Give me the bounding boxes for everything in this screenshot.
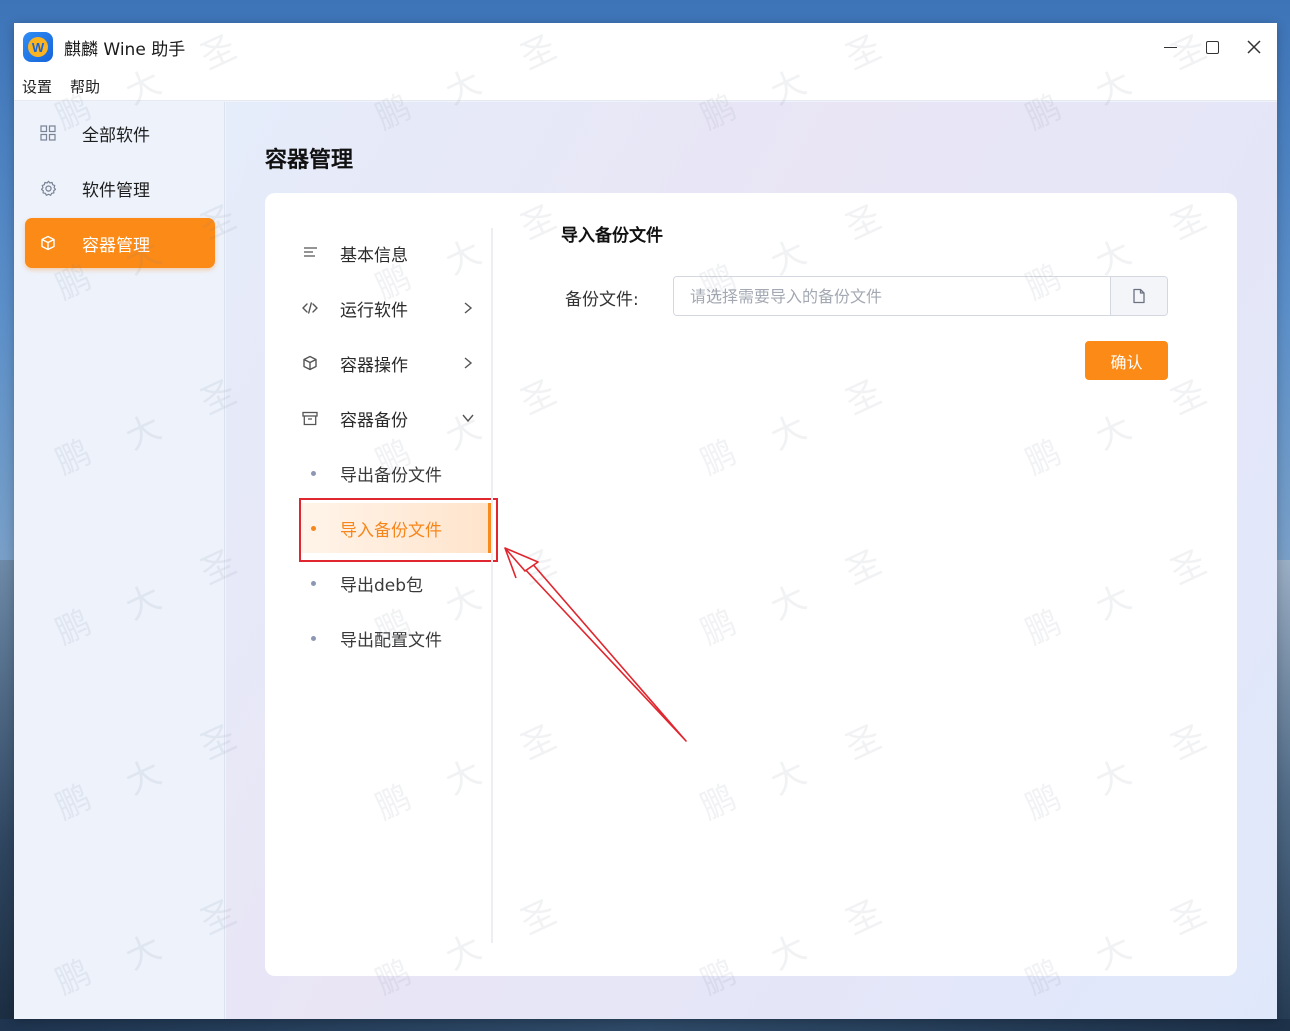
bullet-dot — [311, 525, 316, 531]
bullet-dot — [311, 580, 316, 586]
desktop-right-edge — [1277, 560, 1290, 1031]
sidebar-item-label: 容器管理 — [82, 235, 150, 256]
subnav-child-export-backup[interactable]: 导出备份文件 — [300, 448, 495, 498]
title-bar: W 麒麟 Wine 助手 — [14, 23, 1277, 70]
page-title: 容器管理 — [265, 148, 354, 173]
subnav-child-import-backup[interactable]: 导入备份文件 — [300, 503, 491, 553]
subnav-item-label: 导入备份文件 — [340, 520, 442, 541]
desktop-bottom-edge — [0, 1019, 1290, 1031]
backup-file-field — [673, 276, 1168, 316]
subnav-item-label: 运行软件 — [340, 300, 408, 321]
bullet-dot — [311, 635, 316, 641]
gear-icon — [39, 179, 57, 197]
subnav-item-basic-info[interactable]: 基本信息 — [300, 228, 495, 278]
subnav-child-export-config[interactable]: 导出配置文件 — [300, 613, 495, 663]
chevron-down-icon — [460, 410, 476, 426]
subnav-item-label: 导出deb包 — [340, 575, 424, 596]
file-icon — [1133, 288, 1145, 304]
subnav-item-label: 导出配置文件 — [340, 630, 442, 651]
sub-navigation: 基本信息 运行软件 容器操作 容器备份 导出备份文件 导入备份文件 导出deb包… — [265, 193, 498, 976]
grid-icon — [39, 124, 57, 142]
minimize-button[interactable] — [1156, 33, 1184, 61]
subnav-item-container-backup[interactable]: 容器备份 — [300, 393, 495, 443]
close-button[interactable] — [1240, 33, 1268, 61]
backup-file-label: 备份文件: — [565, 290, 639, 310]
maximize-icon — [1205, 40, 1219, 54]
cube-icon — [302, 355, 318, 371]
subnav-item-label: 基本信息 — [340, 245, 408, 266]
subnav-child-export-deb[interactable]: 导出deb包 — [300, 558, 495, 608]
subnav-item-label: 容器操作 — [340, 355, 408, 376]
form-title: 导入备份文件 — [561, 226, 663, 246]
code-icon — [302, 300, 318, 316]
subnav-item-container-operations[interactable]: 容器操作 — [300, 338, 495, 388]
close-icon — [1247, 40, 1261, 54]
sidebar-item-all-software[interactable]: 全部软件 — [25, 108, 215, 158]
subnav-divider — [491, 228, 493, 943]
browse-file-button[interactable] — [1110, 277, 1167, 315]
subnav-item-label: 导出备份文件 — [340, 465, 442, 486]
sidebar-item-label: 软件管理 — [82, 180, 150, 201]
menu-bar: 设置 帮助 — [14, 70, 1277, 101]
sidebar-item-label: 全部软件 — [82, 125, 150, 146]
app-logo-icon: W — [23, 32, 53, 62]
sidebar: 全部软件 软件管理 容器管理 — [14, 102, 225, 1019]
minimize-icon — [1163, 46, 1177, 48]
desktop-left-edge — [0, 560, 14, 1031]
backup-file-input[interactable] — [674, 277, 1110, 315]
menu-settings[interactable]: 设置 — [22, 76, 52, 97]
list-icon — [302, 245, 318, 261]
window-title: 麒麟 Wine 助手 — [64, 40, 186, 60]
chevron-right-icon — [460, 355, 476, 371]
cube-icon — [39, 234, 57, 252]
content-card: 基本信息 运行软件 容器操作 容器备份 导出备份文件 导入备份文件 导出deb包… — [265, 193, 1237, 976]
archive-icon — [302, 410, 318, 426]
app-logo-letter: W — [28, 37, 48, 57]
bullet-dot — [311, 470, 316, 476]
sidebar-item-container-management[interactable]: 容器管理 — [25, 218, 215, 268]
chevron-right-icon — [460, 300, 476, 316]
subnav-item-run-software[interactable]: 运行软件 — [300, 283, 495, 333]
maximize-button[interactable] — [1198, 33, 1226, 61]
main-content: 容器管理 基本信息 运行软件 容器操作 容器备份 导出备份文件 导入备份文件 导… — [226, 102, 1277, 1019]
app-window: W 麒麟 Wine 助手 设置 帮助 全部软件 软件管理 容器管理 容器管理 基… — [14, 23, 1277, 1019]
confirm-button[interactable]: 确认 — [1085, 341, 1168, 380]
menu-help[interactable]: 帮助 — [70, 76, 100, 97]
sidebar-item-software-management[interactable]: 软件管理 — [25, 163, 215, 213]
subnav-item-label: 容器备份 — [340, 410, 408, 431]
